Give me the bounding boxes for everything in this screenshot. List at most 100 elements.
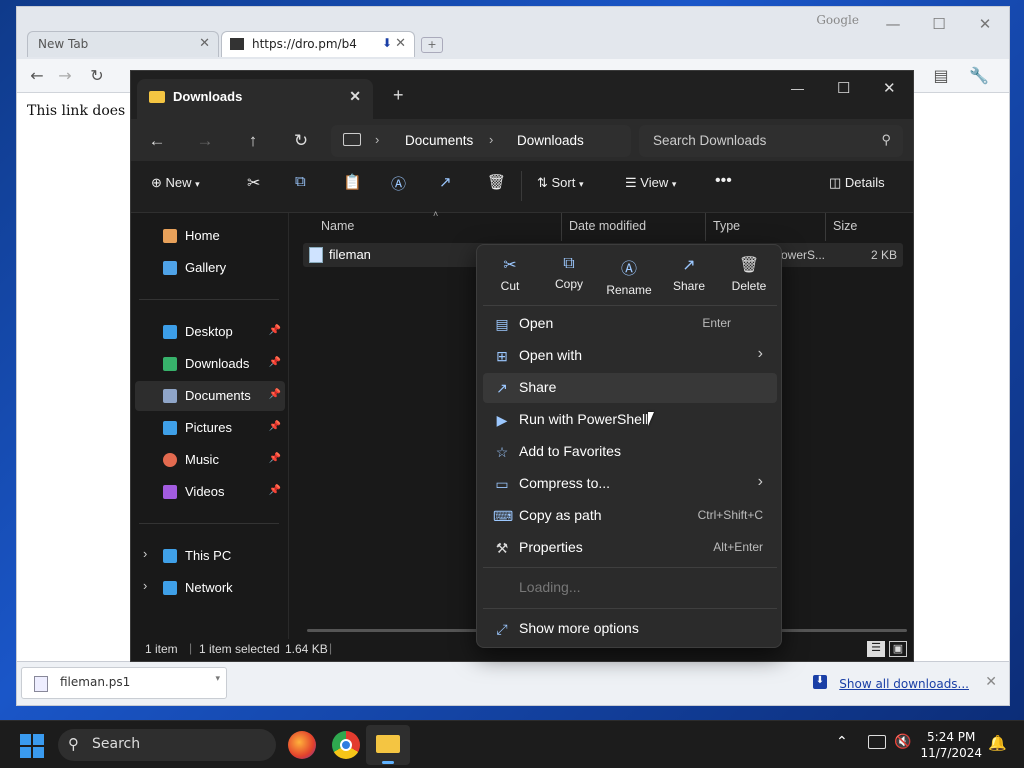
column-header-type[interactable]: Type [713,219,740,233]
menu-item-share[interactable]: ↗ Share [483,373,777,403]
refresh-icon[interactable]: ↻ [287,131,315,151]
start-icon[interactable] [20,734,44,758]
menu-label: Properties [519,539,583,555]
download-item[interactable]: fileman.ps1 ▾ [21,667,227,699]
breadcrumb-documents[interactable]: Documents [405,133,473,148]
delete-icon: 🗑 [738,257,760,274]
taskbar: ⚲ Search ⌃ 🔇 5:24 PM 11/7/2024 🔔 [0,720,1024,768]
pin-icon: 📌 [268,485,281,496]
menu-item-properties[interactable]: ⚒ Properties Alt+Enter [483,533,777,563]
quick-copy-button[interactable]: ⧉ Copy [540,255,598,291]
browser-tab-newtab[interactable]: New Tab ✕ [27,31,219,57]
close-icon[interactable]: ✕ [973,15,997,33]
breadcrumb-downloads[interactable]: Downloads [517,133,584,148]
explorer-taskbar-button[interactable] [366,725,410,765]
sort-button[interactable]: ⇅ Sort ▾ [537,175,584,191]
tab-label: https://dro.pm/b4 [252,37,357,51]
sidebar-item-network[interactable]: › Network [135,573,285,603]
quick-share-button[interactable]: ↗ Share [660,255,718,293]
menu-label: Copy as path [519,507,602,523]
menu-item-compress[interactable]: ▭ Compress to... › [483,469,777,499]
wrench-icon[interactable]: 🔧 [967,65,991,87]
sidebar-item-downloads[interactable]: Downloads 📌 [135,349,285,379]
sidebar-label: Documents [185,388,251,403]
close-shelf-icon[interactable]: ✕ [985,674,997,690]
explorer-tab[interactable]: Downloads ✕ [137,79,373,119]
sidebar-item-gallery[interactable]: Gallery [135,253,285,283]
rename-icon[interactable]: Ⓐ [391,173,406,194]
close-tab-icon[interactable]: ✕ [199,36,210,51]
menu-item-open-with[interactable]: ⊞ Open with › [483,341,777,371]
sidebar-item-desktop[interactable]: Desktop 📌 [135,317,285,347]
network-status-icon[interactable] [868,735,886,749]
sidebar-item-this-pc[interactable]: › This PC [135,541,285,571]
system-clock[interactable]: 5:24 PM 11/7/2024 [920,729,982,761]
cut-icon[interactable]: ✂ [247,173,260,193]
chevron-right-icon[interactable]: › [143,546,147,561]
delete-icon[interactable]: 🗑 [487,173,506,191]
address-box[interactable]: › Documents › Downloads [331,125,631,157]
divider [139,299,279,300]
page-menu-icon[interactable]: ▤ [929,65,953,87]
selection-count: 1 item selected [199,642,280,656]
sidebar-item-videos[interactable]: Videos 📌 [135,477,285,507]
firefox-icon[interactable] [288,731,316,759]
download-icon [163,357,177,371]
up-icon[interactable]: ↑ [239,131,267,151]
menu-item-show-more[interactable]: ⤢ Show more options [483,614,777,644]
quick-rename-button[interactable]: Ⓐ Rename [600,255,658,297]
details-button[interactable]: ◫ Details [829,175,885,191]
column-header-size[interactable]: Size [833,219,857,233]
close-tab-icon[interactable]: ✕ [349,88,361,105]
maximize-icon[interactable]: ☐ [927,15,951,33]
more-options-icon[interactable]: ••• [715,172,732,190]
forward-icon[interactable]: → [191,131,219,151]
new-button[interactable]: ⊕ New ▾ [151,175,200,191]
sidebar-item-pictures[interactable]: Pictures 📌 [135,413,285,443]
close-tab-icon[interactable]: ✕ [395,36,406,51]
quick-delete-button[interactable]: 🗑 Delete [720,255,778,293]
sidebar-item-music[interactable]: Music 📌 [135,445,285,475]
column-header-date[interactable]: Date modified [569,219,646,233]
back-icon[interactable]: ← [143,131,171,151]
view-button[interactable]: ☰ View ▾ [625,175,676,191]
documents-icon [163,389,177,403]
tiles-view-icon[interactable]: ▣ [889,641,907,657]
chevron-up-icon[interactable]: ⌃ [836,734,848,750]
sidebar-item-documents[interactable]: Documents 📌 [135,381,285,411]
chrome-icon[interactable] [332,731,360,759]
show-all-downloads-link[interactable]: Show all downloads... [839,677,969,691]
chevron-right-icon[interactable]: › [143,578,147,593]
close-icon[interactable]: ✕ [883,79,896,97]
file-size: 2 KB [870,248,897,262]
maximize-icon[interactable]: ☐ [837,79,850,97]
new-tab-button[interactable]: + [421,37,443,53]
minimize-icon[interactable]: — [881,15,905,33]
home-icon [163,229,177,243]
paste-icon[interactable]: 📋 [343,173,362,191]
taskbar-search[interactable]: ⚲ Search [58,729,276,761]
chevron-down-icon[interactable]: ▾ [215,674,220,684]
notification-bell-icon[interactable]: 🔔 [988,734,1007,752]
back-icon[interactable]: ← [25,65,49,87]
new-tab-button[interactable]: + [393,85,404,106]
copy-icon[interactable]: ⧉ [295,173,306,190]
download-filename: fileman.ps1 [60,675,131,689]
sidebar-item-home[interactable]: Home [135,221,285,251]
share-icon[interactable]: ↗ [439,173,452,191]
details-view-icon[interactable]: ☰ [867,641,885,657]
menu-item-add-favorites[interactable]: ☆ Add to Favorites [483,437,777,467]
minimize-icon[interactable]: — [791,81,804,96]
browser-tab-active[interactable]: https://dro.pm/b4 ⬇ ✕ [221,31,415,57]
quick-cut-button[interactable]: ✂ Cut [481,255,539,293]
column-header-name[interactable]: Name [321,219,354,233]
sidebar-label: Desktop [185,324,233,339]
reload-icon[interactable]: ↻ [85,65,109,87]
volume-muted-icon[interactable]: 🔇 [894,734,911,750]
forward-icon[interactable]: → [53,65,77,87]
search-input[interactable]: Search Downloads ⚲ [639,125,903,157]
menu-item-copy-path[interactable]: ⌨ Copy as path Ctrl+Shift+C [483,501,777,531]
share-icon: ↗ [682,257,696,274]
menu-item-open[interactable]: ▤ Open Enter [483,309,777,339]
menu-item-run-powershell[interactable]: ▶ Run with PowerShell [483,405,777,435]
